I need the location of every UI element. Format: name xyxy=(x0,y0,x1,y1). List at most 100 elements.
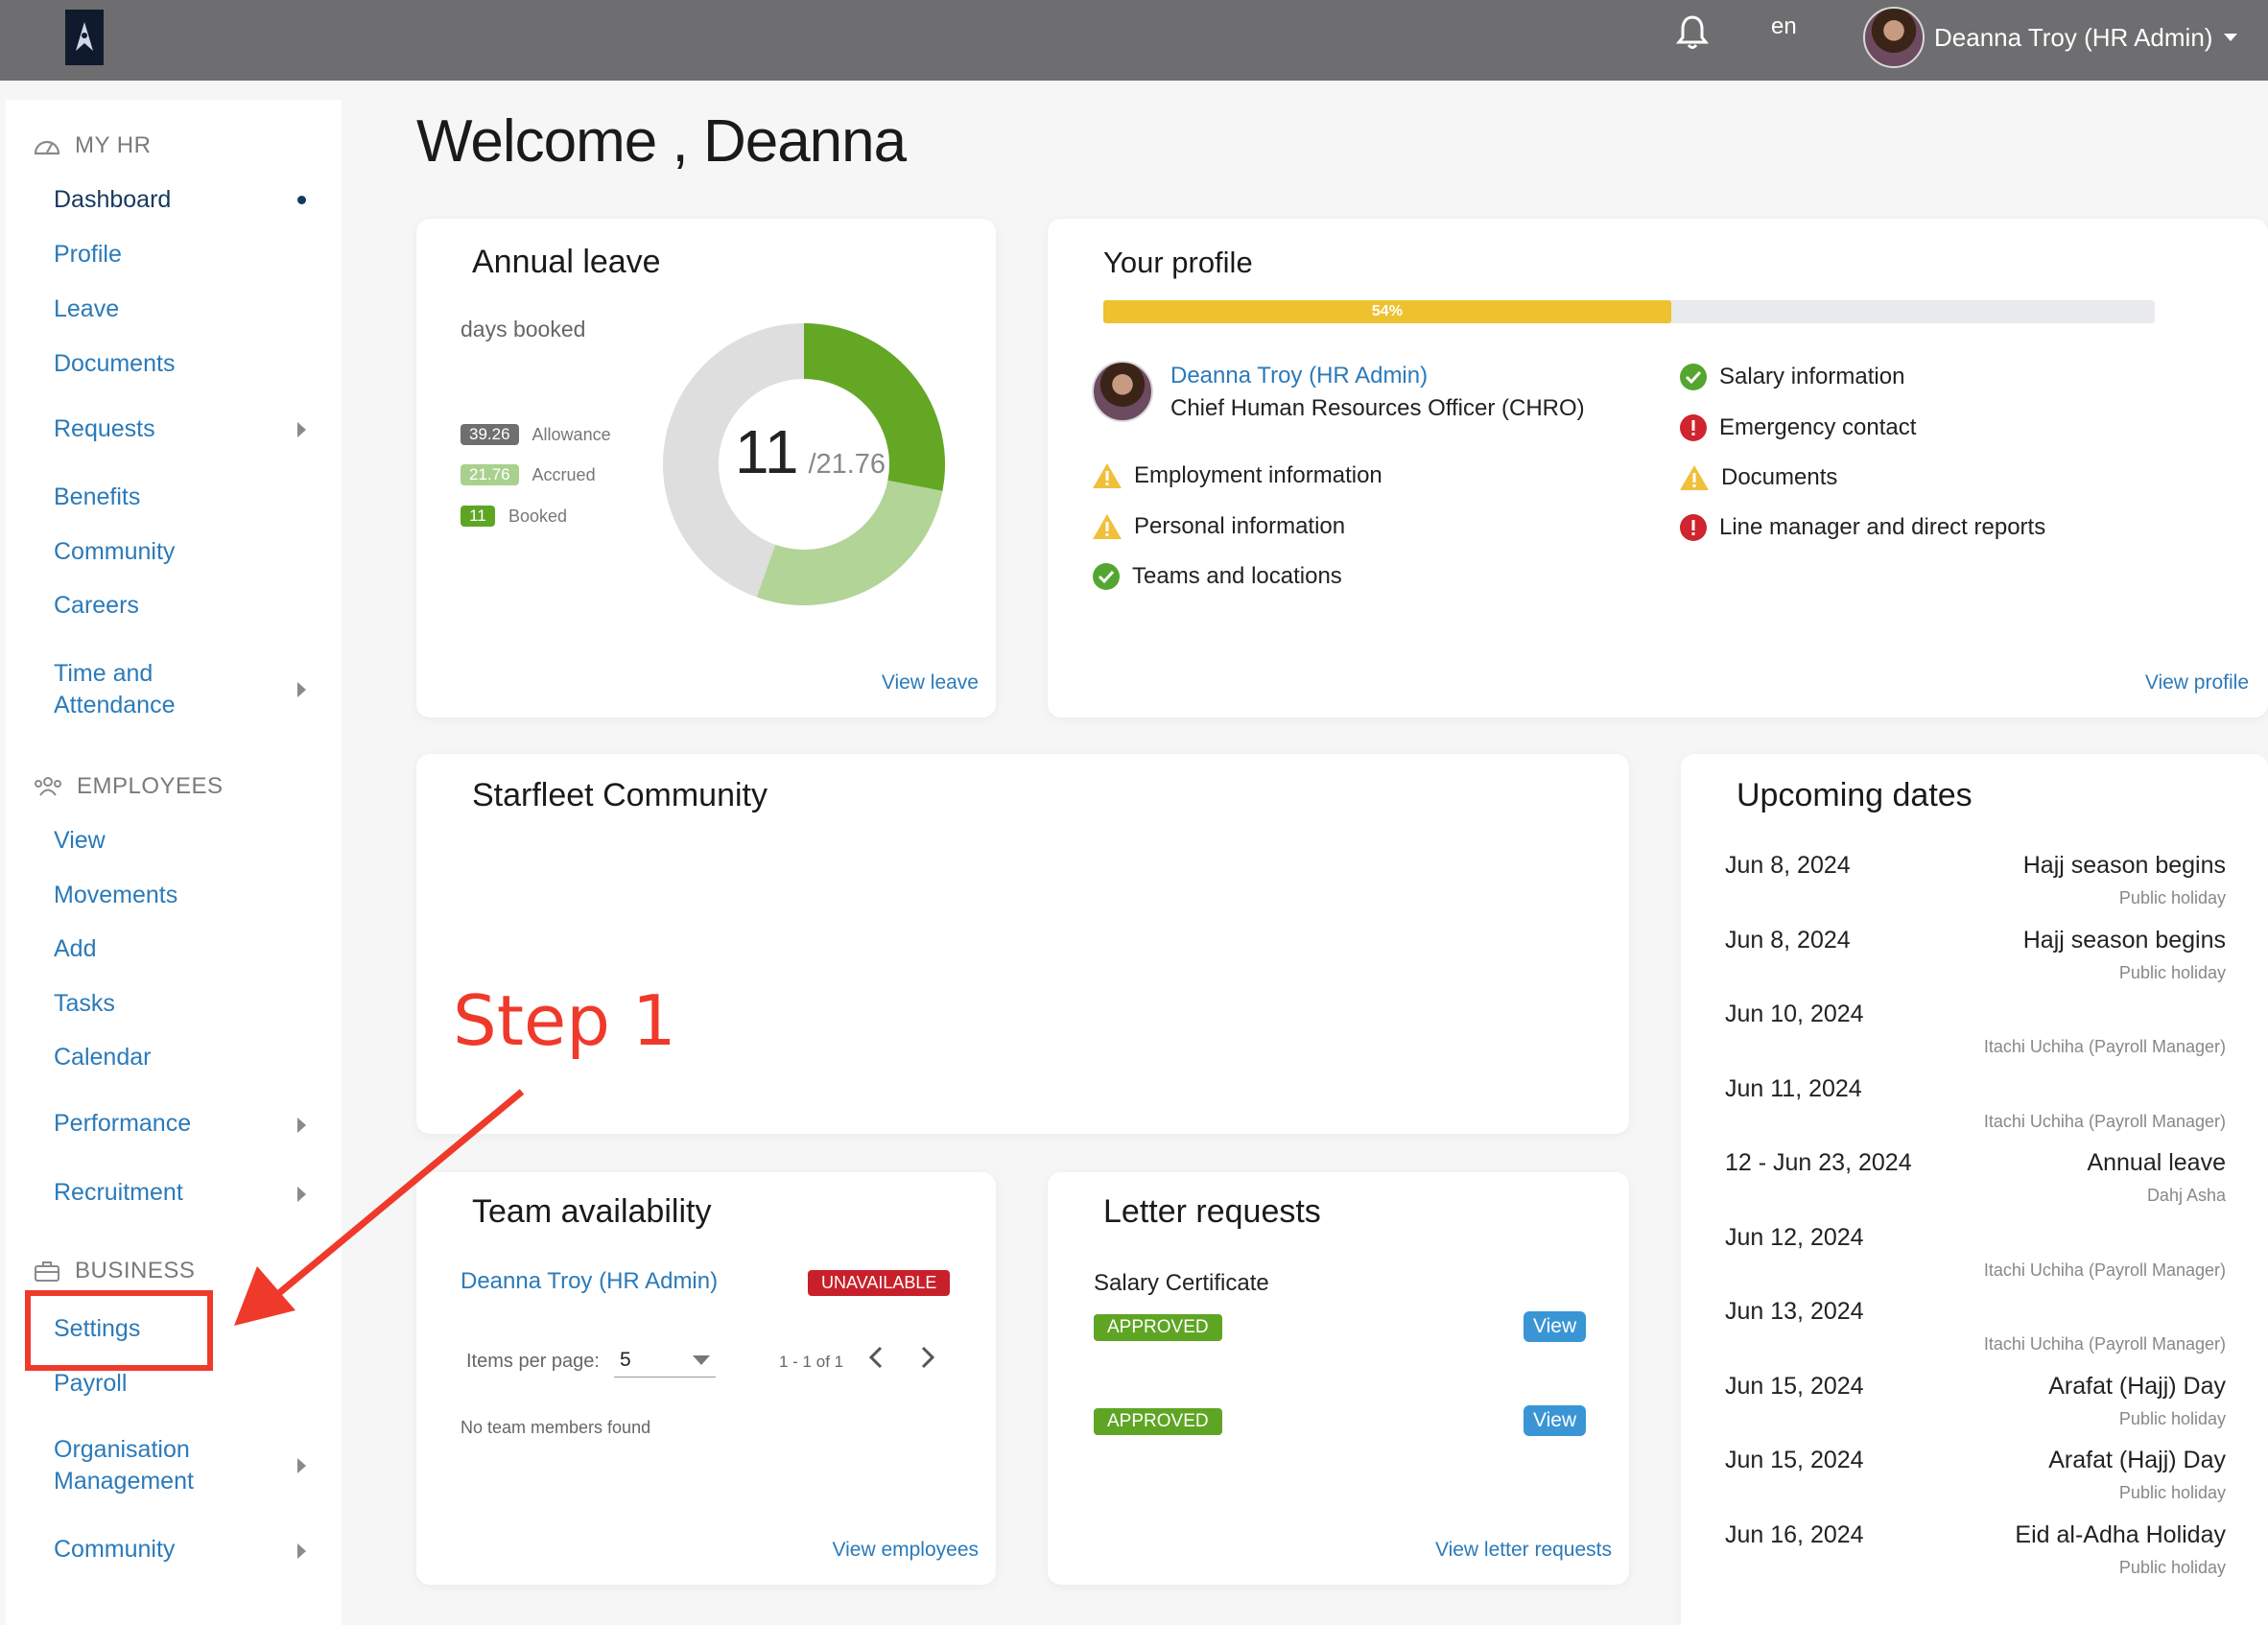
community-title: Starfleet Community xyxy=(472,777,768,813)
sidebar-item-dashboard[interactable]: Dashboard xyxy=(54,184,171,216)
view-letter-requests-link[interactable]: View letter requests xyxy=(1435,1539,1612,1562)
warning-icon xyxy=(1093,463,1122,488)
section-my-hr: MY HR xyxy=(33,132,151,159)
allowance-badge: 39.26 xyxy=(461,424,519,445)
step-label: Step 1 xyxy=(453,980,676,1061)
days-booked-label: days booked xyxy=(461,317,586,341)
user-name: Deanna Troy (HR Admin) xyxy=(1934,22,2213,52)
sidebar-item-recruitment[interactable]: Recruitment xyxy=(54,1177,183,1209)
chevron-right-icon[interactable] xyxy=(297,422,306,437)
profile-item-salary[interactable]: Salary information xyxy=(1679,363,1904,391)
view-profile-link[interactable]: View profile xyxy=(2145,671,2249,695)
view-letter-button[interactable]: View xyxy=(1524,1405,1587,1436)
items-per-page-select[interactable]: 5 xyxy=(614,1343,716,1378)
sidebar-item-add[interactable]: Add xyxy=(54,933,96,965)
warning-icon xyxy=(1093,514,1122,539)
accrued-total: /21.76 xyxy=(808,449,886,480)
profile-item-line-manager[interactable]: Line manager and direct reports xyxy=(1679,513,2045,542)
annual-leave-card: Annual leave days booked 39.26 Allowance… xyxy=(416,219,996,718)
sidebar-item-profile[interactable]: Profile xyxy=(54,239,122,271)
booked-value: 11 xyxy=(735,417,799,486)
sidebar-item-careers[interactable]: Careers xyxy=(54,590,139,622)
annotation-arrow-icon xyxy=(234,1089,525,1326)
sidebar-item-performance[interactable]: Performance xyxy=(54,1108,191,1140)
letter-requests-card: Letter requests Salary Certificate APPRO… xyxy=(1048,1172,1629,1585)
chevron-right-icon[interactable] xyxy=(297,682,306,697)
chevron-left-icon[interactable] xyxy=(863,1343,890,1372)
error-circle-icon xyxy=(1680,514,1707,541)
chevron-right-icon[interactable] xyxy=(297,1543,306,1559)
your-profile-title: Your profile xyxy=(1103,246,1253,279)
profile-item-emergency[interactable]: Emergency contact xyxy=(1679,413,1916,442)
letter-requests-title: Letter requests xyxy=(1103,1193,1321,1230)
view-leave-link[interactable]: View leave xyxy=(882,671,979,695)
status-badge: UNAVAILABLE xyxy=(808,1270,951,1296)
chevron-down-icon xyxy=(2224,34,2238,41)
dashboard-gauge-icon xyxy=(34,140,60,155)
sidebar-item-view[interactable]: View xyxy=(54,825,106,857)
sidebar-item-organisation-management[interactable]: Organisation Management xyxy=(54,1434,265,1497)
settings-highlight-box xyxy=(25,1290,213,1371)
pagination-range: 1 - 1 of 1 xyxy=(779,1353,844,1371)
sidebar-item-community[interactable]: Community xyxy=(54,536,175,568)
upcoming-title: Upcoming dates xyxy=(1736,777,1973,813)
profile-role: Chief Human Resources Officer (CHRO) xyxy=(1170,395,1585,421)
avatar xyxy=(1863,7,1925,68)
profile-item-teams[interactable]: Teams and locations xyxy=(1092,562,1342,591)
warning-icon xyxy=(1680,465,1709,490)
sidebar-item-requests[interactable]: Requests xyxy=(54,413,155,445)
chevron-down-icon xyxy=(693,1354,710,1365)
status-badge: APPROVED xyxy=(1094,1408,1222,1435)
annual-leave-title: Annual leave xyxy=(472,244,661,280)
view-letter-button[interactable]: View xyxy=(1524,1311,1587,1342)
sidebar: MY HR Dashboard Profile Leave Documents … xyxy=(6,100,342,1625)
your-profile-card: Your profile 54% Deanna Troy (HR Admin) … xyxy=(1048,219,2268,718)
accrued-badge: 21.76 xyxy=(461,464,519,485)
booked-badge: 11 xyxy=(461,506,495,527)
chevron-right-icon[interactable] xyxy=(913,1343,940,1372)
profile-name-link[interactable]: Deanna Troy (HR Admin) xyxy=(1170,363,1428,389)
section-business: BUSINESS xyxy=(33,1258,195,1284)
language-selector[interactable]: en xyxy=(1771,13,1797,40)
check-circle-icon xyxy=(1093,563,1120,590)
profile-avatar xyxy=(1092,361,1153,422)
status-badge: APPROVED xyxy=(1094,1314,1222,1341)
profile-item-personal[interactable]: Personal information xyxy=(1092,512,1345,541)
section-employees: EMPLOYEES xyxy=(33,773,224,800)
sidebar-item-payroll[interactable]: Payroll xyxy=(54,1368,127,1400)
briefcase-icon xyxy=(35,1261,59,1282)
top-bar: en Deanna Troy (HR Admin) xyxy=(0,0,2268,81)
items-per-page-label: Items per page: xyxy=(466,1351,600,1372)
legend-booked: 11 Booked xyxy=(461,506,567,527)
starfleet-logo-icon[interactable] xyxy=(65,10,104,65)
profile-progress-bar: 54% xyxy=(1103,300,2155,323)
user-menu[interactable]: Deanna Troy (HR Admin) xyxy=(1863,6,2238,69)
sidebar-item-leave[interactable]: Leave xyxy=(54,294,119,325)
profile-item-employment[interactable]: Employment information xyxy=(1092,461,1382,490)
letter-name: Salary Certificate xyxy=(1094,1270,1269,1296)
legend-allowance: 39.26 Allowance xyxy=(461,424,611,445)
sidebar-item-calendar[interactable]: Calendar xyxy=(54,1042,151,1073)
view-employees-link[interactable]: View employees xyxy=(832,1539,979,1562)
check-circle-icon xyxy=(1680,364,1707,390)
chevron-right-icon[interactable] xyxy=(297,1458,306,1473)
sidebar-item-tasks[interactable]: Tasks xyxy=(54,988,115,1020)
sidebar-item-documents[interactable]: Documents xyxy=(54,348,175,380)
upcoming-dates-card: Upcoming dates Jun 8, 2024 Hajj season be… xyxy=(1681,754,2268,1625)
sidebar-item-time-and-attendance[interactable]: Time and Attendance xyxy=(54,658,217,721)
donut-accrued-arc xyxy=(756,479,943,605)
sidebar-item-movements[interactable]: Movements xyxy=(54,880,177,911)
page-title: Welcome , Deanna xyxy=(416,108,907,175)
bell-icon[interactable] xyxy=(1675,13,1710,52)
profile-progress-fill: 54% xyxy=(1103,300,1671,323)
legend-accrued: 21.76 Accrued xyxy=(461,464,596,485)
donut-center-label: 11 /21.76 xyxy=(735,416,886,487)
community-card: Starfleet Community xyxy=(416,754,1629,1134)
sidebar-item-benefits[interactable]: Benefits xyxy=(54,482,140,513)
empty-state: No team members found xyxy=(461,1418,651,1437)
profile-item-documents[interactable]: Documents xyxy=(1679,463,1837,492)
sidebar-item-business-community[interactable]: Community xyxy=(54,1534,175,1566)
active-indicator xyxy=(297,196,306,204)
error-circle-icon xyxy=(1680,414,1707,441)
people-icon xyxy=(35,777,61,796)
